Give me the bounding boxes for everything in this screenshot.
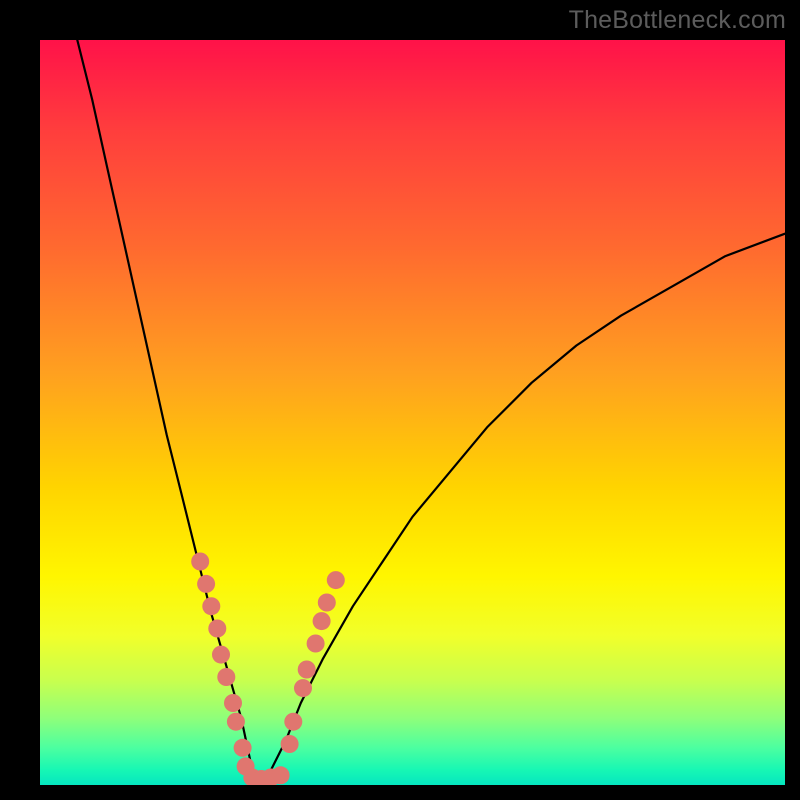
curve-marker — [202, 597, 220, 615]
curve-marker — [294, 679, 312, 697]
curve-marker — [227, 713, 245, 731]
chart-stage: TheBottleneck.com — [0, 0, 800, 800]
curve-marker — [298, 661, 316, 679]
curve-marker — [284, 713, 302, 731]
curve-marker — [313, 612, 331, 630]
curve-marker — [327, 571, 345, 589]
curve-marker — [191, 553, 209, 571]
watermark-text: TheBottleneck.com — [569, 6, 786, 35]
curve-marker — [224, 694, 242, 712]
curve-marker — [212, 646, 230, 664]
curve-marker — [208, 620, 226, 638]
curve-markers — [191, 553, 345, 786]
curve-marker — [217, 668, 235, 686]
curve-marker — [234, 739, 252, 757]
curve-marker — [272, 766, 290, 784]
plot-area — [40, 40, 785, 785]
curve-marker — [307, 635, 325, 653]
chart-svg — [40, 40, 785, 785]
curve-marker — [281, 735, 299, 753]
bottleneck-curve — [77, 40, 785, 778]
curve-marker — [197, 575, 215, 593]
curve-marker — [318, 594, 336, 612]
